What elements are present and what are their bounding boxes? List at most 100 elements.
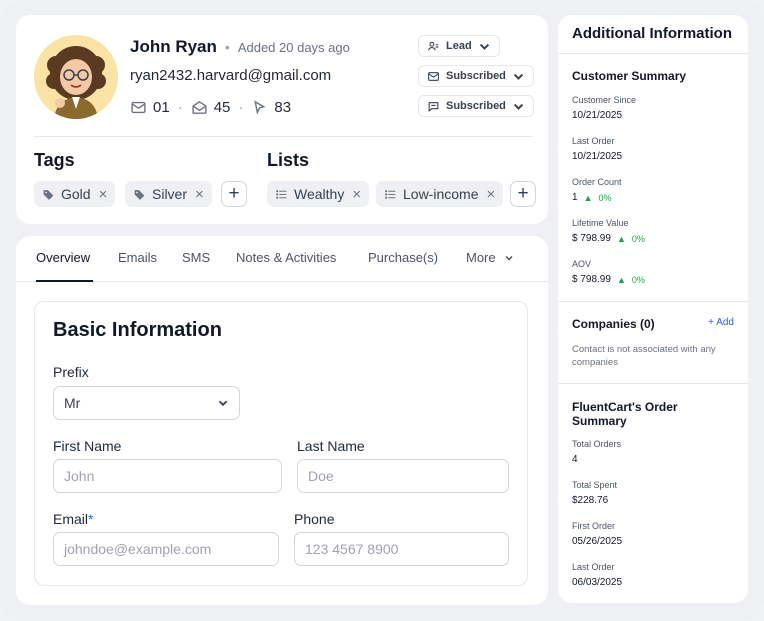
divider (558, 53, 748, 54)
separator-dot: · (177, 99, 183, 116)
first-name-label: First Name (53, 438, 122, 454)
lifetime-value: $ 798.99 (572, 233, 611, 244)
tab-more[interactable]: More (466, 250, 514, 265)
list-chip-low-income: Low-income × (376, 181, 504, 207)
add-tag-button[interactable]: + (221, 181, 247, 207)
phone-label: Phone (294, 511, 335, 527)
customer-summary-title: Customer Summary (572, 69, 687, 83)
list-icon (385, 189, 396, 199)
list-icon (276, 189, 287, 199)
user-group-icon (428, 41, 439, 50)
total-orders-value: 4 (572, 454, 578, 465)
tab-emails[interactable]: Emails (118, 250, 157, 265)
tag-icon (43, 189, 54, 200)
tab-sms[interactable]: SMS (182, 250, 210, 265)
companies-title: Companies (0) (572, 317, 655, 331)
emails-sent-count: 01 (153, 99, 170, 116)
total-orders-label: Total Orders (572, 439, 622, 449)
prefix-label: Prefix (53, 364, 89, 380)
tag-icon (134, 189, 145, 200)
sms-subscription-dropdown[interactable]: Subscribed (418, 95, 534, 117)
first-order-label: First Order (572, 521, 616, 531)
remove-list-icon[interactable]: × (352, 186, 361, 203)
mail-icon (428, 71, 439, 81)
mail-open-icon (192, 100, 207, 114)
chevron-down-icon (479, 43, 489, 50)
tag-chip-silver: Silver × (125, 181, 212, 207)
aov-row: $ 798.99 ▲ 0% (572, 274, 645, 285)
last-order-value: 10/21/2025 (572, 151, 623, 162)
lists-title: Lists (267, 150, 310, 170)
added-date: Added 20 days ago (237, 40, 350, 55)
separator-dot: · (238, 99, 244, 116)
tag-label: Gold (61, 186, 91, 202)
additional-information-panel: Additional Information Customer Summary … (558, 15, 748, 603)
add-company-button[interactable]: + Add (708, 317, 734, 328)
separator-dot: • (224, 39, 230, 55)
tag-chip-gold: Gold × (34, 181, 116, 207)
total-spent-label: Total Spent (572, 480, 618, 490)
plus-icon: + (228, 183, 240, 204)
clicks-stat: 83 (251, 99, 291, 116)
fluentcart-summary-title: FluentCart's Order Summary (572, 400, 678, 428)
phone-field[interactable]: 123 4567 8900 (294, 532, 509, 566)
form-title: Basic Information (53, 319, 222, 341)
order-count-change: 0% (598, 192, 612, 203)
avatar (34, 35, 118, 119)
plus-icon: + (517, 183, 529, 204)
tab-notes-activities[interactable]: Notes & Activities (236, 250, 336, 265)
lifetime-change: 0% (631, 233, 645, 244)
clicks-count: 83 (274, 99, 292, 116)
last-name-label: Last Name (297, 438, 365, 454)
customer-since-label: Customer Since (572, 95, 637, 105)
order-count-label: Order Count (572, 177, 622, 187)
lead-status-dropdown[interactable]: Lead (418, 35, 500, 57)
email-subscription-dropdown[interactable]: Subscribed (418, 65, 534, 87)
aov-change: 0% (631, 274, 645, 285)
first-order-value: 05/26/2025 (572, 536, 623, 547)
list-label: Low-income (403, 186, 479, 202)
list-chip-wealthy: Wealthy × (267, 181, 370, 207)
last-name-field[interactable]: Doe (297, 459, 509, 493)
trend-up-icon: ▲ (616, 274, 626, 285)
mail-icon (131, 101, 146, 114)
panel-title: Additional Information (572, 25, 732, 42)
basic-information-form: Basic Information Prefix Mr First Name J… (34, 301, 528, 586)
chat-icon (428, 101, 439, 112)
email-label: Email* (53, 511, 93, 527)
tab-overview[interactable]: Overview (36, 250, 90, 265)
divider (34, 136, 532, 137)
sms-subscription-label: Subscribed (446, 100, 506, 112)
email-field[interactable]: johndoe@example.com (53, 532, 279, 566)
last-order-value: 06/03/2025 (572, 577, 623, 588)
tags-title: Tags (34, 150, 75, 170)
prefix-select[interactable]: Mr (53, 386, 240, 420)
remove-tag-icon[interactable]: × (195, 186, 204, 203)
tab-purchases[interactable]: Purchase(s) (368, 250, 438, 265)
aov-label: AOV (572, 259, 592, 269)
contact-name: John Ryan (130, 37, 217, 56)
chevron-down-icon (505, 255, 513, 261)
name-row: John Ryan • Added 20 days ago (130, 37, 350, 57)
required-indicator: * (88, 511, 94, 527)
last-order-label: Last Order (572, 136, 615, 146)
contact-email: ryan2432.harvard@gmail.com (130, 67, 332, 84)
cursor-click-icon (254, 100, 266, 115)
last-order-label: Last Order (572, 562, 615, 572)
lead-status-label: Lead (446, 40, 472, 52)
companies-empty-text: Contact is not associated with any compa… (572, 344, 716, 368)
total-spent-value: $228.76 (572, 495, 609, 506)
lifetime-value-row: $ 798.99 ▲ 0% (572, 233, 645, 244)
emails-opened-stat: 45 (191, 99, 230, 116)
tab-bar: Overview Emails SMS Notes & Activities P… (16, 236, 548, 282)
order-count-value: 1 (572, 192, 578, 203)
first-name-field[interactable]: John (53, 459, 282, 493)
chevron-down-icon (513, 73, 523, 80)
order-count-row: 1 ▲ 0% (572, 192, 612, 203)
remove-tag-icon[interactable]: × (99, 186, 108, 203)
email-subscription-label: Subscribed (446, 70, 506, 82)
remove-list-icon[interactable]: × (486, 186, 495, 203)
engagement-stats: 01 · 45 · 83 (130, 99, 291, 116)
chevron-down-icon (218, 400, 228, 407)
add-list-button[interactable]: + (510, 181, 536, 207)
